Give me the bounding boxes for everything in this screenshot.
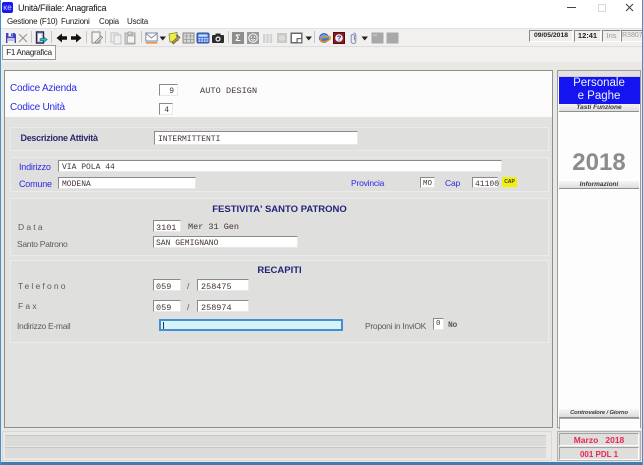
svg-text:?: ? xyxy=(337,34,342,43)
